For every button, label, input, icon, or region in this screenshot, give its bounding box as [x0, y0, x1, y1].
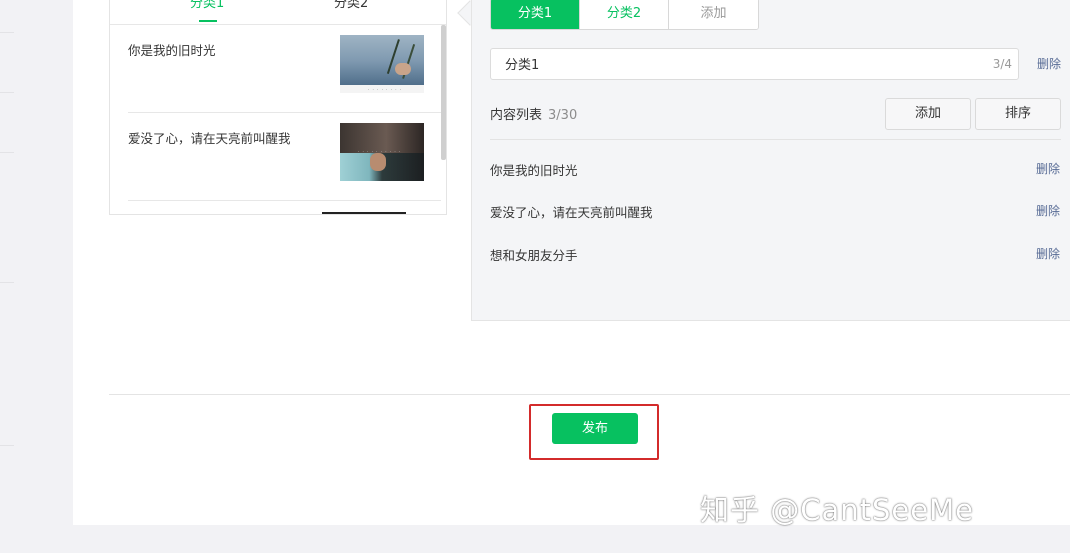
preview-item-thumbnail: · · · · · · · · · ·: [340, 123, 424, 181]
category-name-input[interactable]: [505, 56, 945, 71]
thumbnail-caption: · · · · · · · ·: [368, 87, 403, 92]
preview-tab-bar: 分类1 分类2: [110, 0, 446, 25]
footer-divider: [109, 394, 1070, 395]
thumbnail-face-shape: [370, 153, 386, 171]
nav-divider: [0, 445, 14, 446]
preview-list-item[interactable]: 你是我的旧时光 · · · · · · · ·: [128, 25, 441, 113]
content-list-header: 内容列表 3/30: [490, 104, 577, 123]
delete-category-link[interactable]: 删除: [1037, 55, 1061, 72]
delete-row-link[interactable]: 删除: [1036, 202, 1060, 219]
content-row-title: 想和女朋友分手: [490, 248, 578, 263]
tab-category-2[interactable]: 分类2: [580, 0, 669, 29]
zhihu-watermark: 知乎 @CantSeeMe: [700, 493, 974, 527]
publish-button[interactable]: 发布: [552, 413, 638, 444]
nav-divider: [0, 32, 14, 33]
preview-item-title: 你是我的旧时光: [128, 43, 216, 58]
content-list-label: 内容列表: [490, 108, 543, 123]
thumbnail-caption: · · · · · · · · · ·: [358, 149, 402, 154]
editor-tab-group: 分类1 分类2 添加: [490, 0, 759, 30]
nav-divider: [0, 282, 14, 283]
content-row-title: 爱没了心，请在天亮前叫醒我: [490, 205, 653, 220]
preview-tab-category-1[interactable]: 分类1: [190, 0, 224, 11]
list-divider: [490, 139, 1061, 140]
preview-item-thumbnail-partial: [322, 212, 406, 214]
main-panel: 分类1 分类2 你是我的旧时光 · · · · · · · · 爱没了心，请在天…: [73, 0, 1070, 525]
nav-divider: [0, 152, 14, 153]
add-content-button[interactable]: 添加: [885, 98, 971, 130]
delete-row-link[interactable]: 删除: [1036, 160, 1060, 177]
preview-item-thumbnail: · · · · · · · ·: [340, 35, 424, 93]
preview-scrollbar[interactable]: [441, 25, 446, 160]
delete-row-link[interactable]: 删除: [1036, 245, 1060, 262]
category-editor: 分类1 分类2 添加 3/4 删除 内容列表 3/30 添加 排序 你是我的旧时光…: [471, 0, 1070, 321]
left-nav-strip: [0, 0, 16, 553]
sort-content-button[interactable]: 排序: [975, 98, 1061, 130]
nav-divider: [0, 92, 14, 93]
category-name-field[interactable]: 3/4: [490, 48, 1019, 80]
preview-tab-indicator: [199, 20, 217, 22]
add-category-tab[interactable]: 添加: [669, 0, 758, 29]
tab-category-1[interactable]: 分类1: [491, 0, 580, 29]
preview-list-item[interactable]: 爱没了心，请在天亮前叫醒我 · · · · · · · · · ·: [128, 113, 441, 201]
phone-preview: 分类1 分类2 你是我的旧时光 · · · · · · · · 爱没了心，请在天…: [109, 0, 447, 215]
category-name-counter: 3/4: [992, 57, 1012, 71]
preview-tab-category-2[interactable]: 分类2: [334, 0, 368, 11]
thumbnail-hand-shape: [395, 63, 411, 75]
preview-item-title: 爱没了心，请在天亮前叫醒我: [128, 131, 291, 146]
content-list-count: 3/30: [548, 108, 578, 123]
content-row-title: 你是我的旧时光: [490, 163, 578, 178]
